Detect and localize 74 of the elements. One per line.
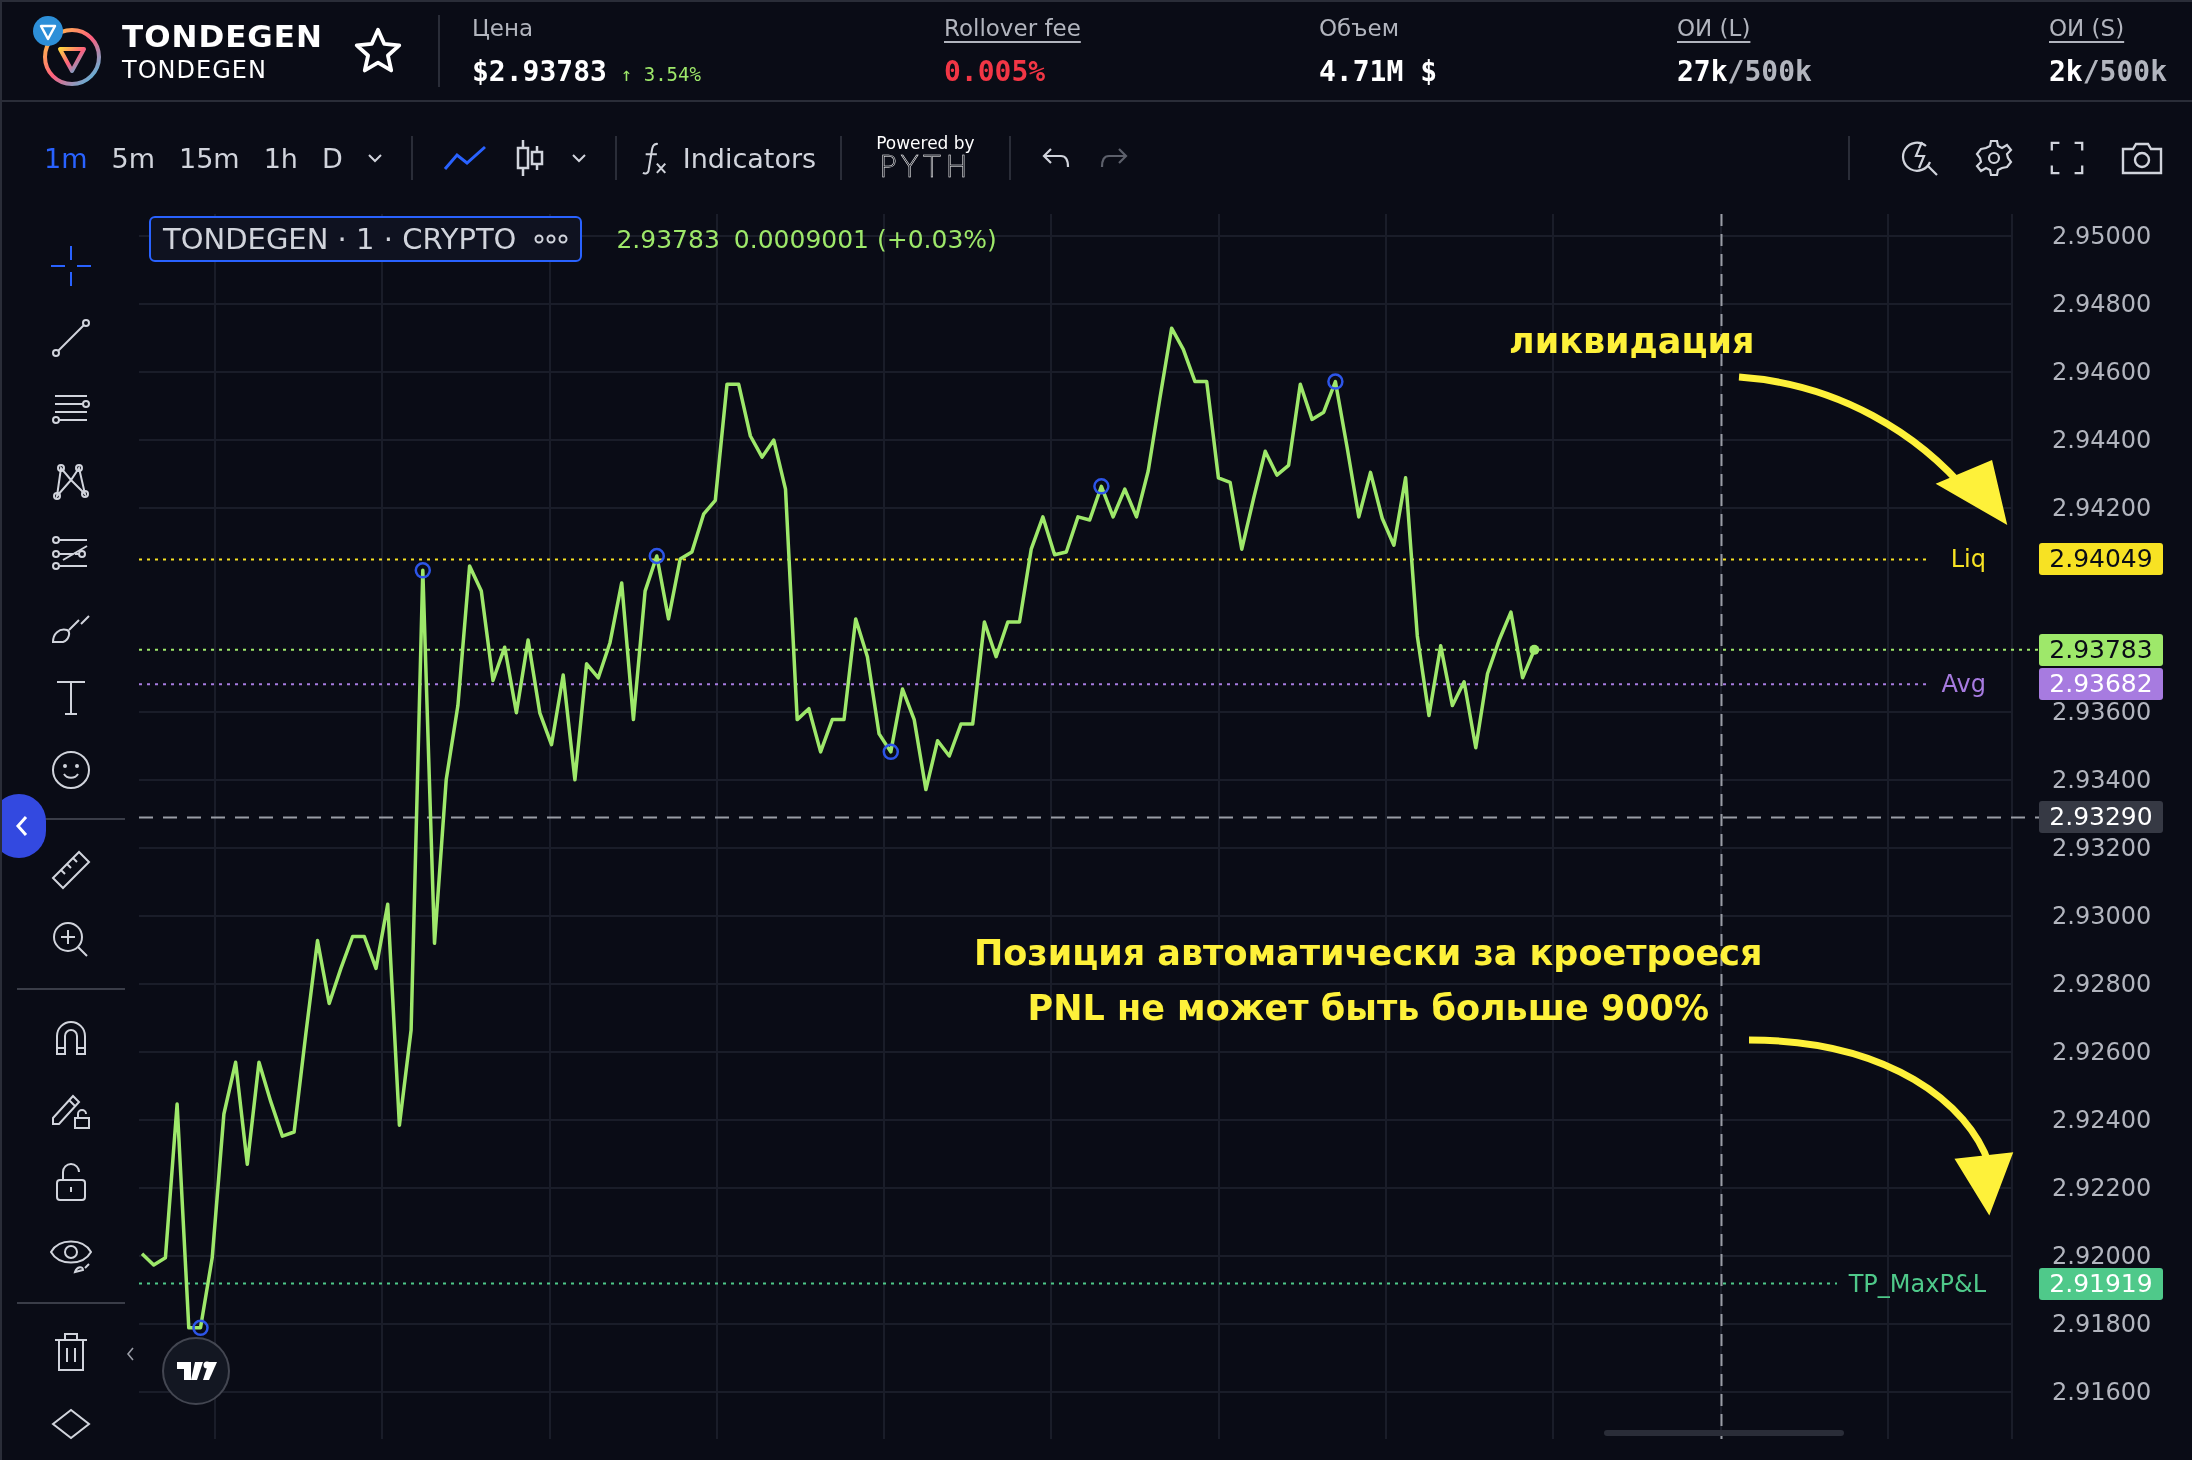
axis-label: 2.94800 (2052, 289, 2152, 320)
trade-marker (192, 1319, 209, 1337)
price-line-label: Liq (1949, 544, 1987, 575)
axis-label: 2.94200 (2052, 493, 2152, 524)
fee-value: 0.005% (944, 54, 1046, 88)
caret-icon[interactable] (570, 153, 587, 163)
axis-label: 2.93000 (2052, 901, 2152, 932)
more-icon[interactable] (534, 234, 569, 244)
annotation-text: Позиция автоматически за кроетроеся (974, 932, 1763, 975)
provider-name: PYTH (879, 152, 972, 182)
price-tag: 2.94049 (2039, 543, 2163, 576)
annotation-text: PNL не может быть больше 900% (1027, 987, 1709, 1030)
axis-label: 2.93200 (2052, 833, 2152, 864)
line-chart-icon[interactable] (442, 143, 487, 173)
legend-last-price: 2.93783 (616, 224, 720, 254)
symbol-title: TONDEGEN (122, 18, 324, 54)
axis-label: 2.91800 (2052, 1309, 2152, 1340)
axis-label: 2.92800 (2052, 969, 2152, 1000)
fullscreen-icon[interactable] (2048, 139, 2086, 177)
scrollbar[interactable] (1604, 1430, 1844, 1436)
interval-button[interactable]: 1h (251, 136, 310, 180)
trade-marker (414, 562, 432, 579)
function-icon (640, 140, 669, 176)
indicators-button[interactable]: Indicators (632, 136, 825, 180)
powered-by-label: Powered by (876, 134, 975, 152)
trade-marker (882, 743, 900, 761)
stat-label: Объем (1319, 14, 1400, 41)
price-line-label: Avg (1940, 669, 1987, 700)
stat-label: Цена (472, 14, 534, 41)
price-line-label: TP_MaxP&L (1847, 1268, 1987, 1299)
trade-marker (1327, 373, 1344, 390)
open-interest-limit: /500k (1727, 54, 1812, 88)
axis-label: 2.94400 (2052, 425, 2152, 456)
interval-button[interactable]: 1m (32, 136, 100, 180)
price-tag: 2.93682 (2039, 668, 2163, 701)
price-change: ↑ 3.54% (620, 62, 701, 85)
settings-icon[interactable] (1974, 138, 2014, 178)
camera-icon[interactable] (2120, 140, 2164, 176)
chevron-icon (14, 814, 30, 838)
crosshair-icon[interactable] (48, 244, 93, 288)
trade-marker (1093, 478, 1110, 495)
candlestick-icon[interactable] (514, 138, 545, 178)
annotation-text: ликвидация (1509, 320, 1755, 363)
axis-label: 2.95000 (2052, 221, 2152, 252)
price-tag: 2.93290 (2039, 801, 2163, 834)
logo-icon[interactable] (161, 1336, 231, 1406)
symbol-legend[interactable]: TONDEGEN · 1 · CRYPTO (149, 216, 583, 262)
interval-button[interactable]: 5m (99, 136, 167, 180)
interval-button[interactable]: D (309, 136, 355, 180)
stat-label-link[interactable]: ОИ (S) (2049, 14, 2125, 41)
price-value: $2.93783 (472, 54, 607, 88)
price-tag: 2.91919 (2039, 1267, 2163, 1300)
trade-marker (648, 547, 666, 565)
legend-change: 0.0009001 (+0.03%) (733, 224, 997, 254)
axis-label: 2.91600 (2052, 1377, 2152, 1408)
axis-label: 2.94600 (2052, 357, 2152, 388)
last-point-marker (1529, 644, 1540, 655)
axis-label: 2.92600 (2052, 1037, 2152, 1068)
price-tag: 2.93783 (2039, 633, 2163, 666)
volume-value: 4.71M $ (1319, 54, 1437, 88)
axis-label: 2.92400 (2052, 1105, 2152, 1136)
symbol-subtitle: TONDEGEN (122, 56, 268, 84)
open-interest-value: 27k (1677, 54, 1728, 88)
stat-label-link[interactable]: ОИ (L) (1677, 14, 1751, 41)
caret-icon[interactable] (366, 153, 383, 163)
axis-label: 2.92200 (2052, 1173, 2152, 1204)
interval-button[interactable]: 15m (166, 136, 252, 180)
axis-label: 2.93400 (2052, 765, 2152, 796)
open-interest-value: 2k (2049, 54, 2083, 88)
chevron-icon[interactable] (125, 1346, 135, 1362)
stat-label-link[interactable]: Rollover fee (944, 14, 1081, 41)
legend-title: TONDEGEN · 1 · CRYPTO (163, 222, 517, 256)
collapse-button[interactable] (2, 794, 46, 858)
open-interest-limit: /500k (2082, 54, 2167, 88)
